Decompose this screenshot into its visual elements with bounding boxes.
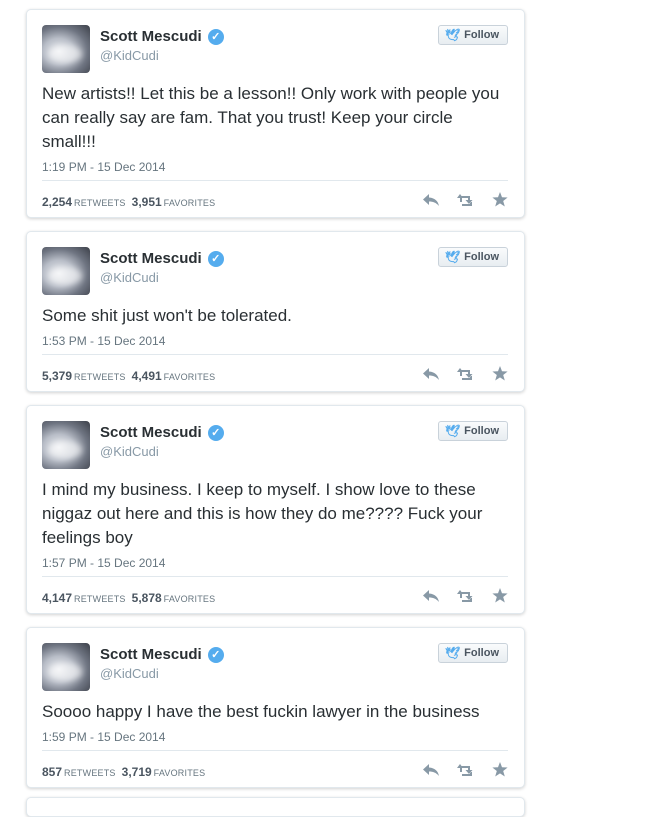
tweet-card: Scott Mescudi ✓ @KidCudi 🕊 Follow I mind… [26, 405, 525, 614]
divider [42, 354, 508, 355]
user-handle[interactable]: @KidCudi [100, 444, 159, 459]
retweets-label: RETWEETS [74, 372, 126, 382]
divider [42, 750, 508, 751]
follow-label: Follow [464, 29, 499, 41]
twitter-bird-icon: 🕊 [444, 250, 461, 264]
retweet-count[interactable]: 4,147 [42, 591, 72, 605]
follow-button[interactable]: 🕊 Follow [437, 421, 508, 441]
display-name[interactable]: Scott Mescudi ✓ [100, 424, 224, 441]
tweet-stats: 5,379 RETWEETS 4,491 FAVORITES [42, 369, 221, 383]
display-name[interactable]: Scott Mescudi ✓ [100, 250, 224, 267]
avatar[interactable] [42, 643, 90, 691]
avatar[interactable] [42, 25, 90, 73]
divider [42, 180, 508, 181]
display-name[interactable]: Scott Mescudi ✓ [100, 646, 224, 663]
display-name-text[interactable]: Scott Mescudi [100, 250, 202, 267]
follow-button[interactable]: 🕊 Follow [437, 247, 508, 267]
follow-label: Follow [464, 425, 499, 437]
reply-icon[interactable] [422, 589, 440, 603]
tweet-stats: 4,147 RETWEETS 5,878 FAVORITES [42, 591, 221, 605]
tweet-actions [422, 192, 508, 207]
follow-button[interactable]: 🕊 Follow [437, 25, 508, 45]
avatar[interactable] [42, 421, 90, 469]
star-icon[interactable] [492, 366, 508, 381]
twitter-bird-icon: 🕊 [444, 28, 461, 42]
verified-badge-icon: ✓ [207, 28, 224, 45]
favorite-count[interactable]: 5,878 [132, 591, 162, 605]
tweet-card-partial [26, 797, 525, 817]
retweets-label: RETWEETS [64, 768, 116, 778]
verified-badge-icon: ✓ [207, 250, 224, 267]
display-name-text[interactable]: Scott Mescudi [100, 646, 202, 663]
tweet-actions [422, 762, 508, 777]
favorites-label: FAVORITES [153, 768, 206, 778]
follow-label: Follow [464, 647, 499, 659]
favorites-label: FAVORITES [163, 594, 216, 604]
star-icon[interactable] [492, 588, 508, 603]
retweet-icon[interactable] [456, 763, 476, 777]
verified-badge-icon: ✓ [207, 424, 224, 441]
retweet-count[interactable]: 5,379 [42, 369, 72, 383]
star-icon[interactable] [492, 762, 508, 777]
retweet-icon[interactable] [456, 589, 476, 603]
user-handle[interactable]: @KidCudi [100, 270, 159, 285]
follow-button[interactable]: 🕊 Follow [437, 643, 508, 663]
retweet-icon[interactable] [456, 367, 476, 381]
tweet-actions [422, 588, 508, 603]
display-name-text[interactable]: Scott Mescudi [100, 424, 202, 441]
tweet-card: Scott Mescudi ✓ @KidCudi 🕊 Follow Some s… [26, 231, 525, 392]
favorite-count[interactable]: 4,491 [132, 369, 162, 383]
reply-icon[interactable] [422, 193, 440, 207]
retweet-count[interactable]: 2,254 [42, 195, 72, 209]
favorite-count[interactable]: 3,951 [132, 195, 162, 209]
twitter-bird-icon: 🕊 [444, 424, 461, 438]
favorites-label: FAVORITES [163, 198, 216, 208]
tweet-text: New artists!! Let this be a lesson!! Onl… [42, 84, 500, 151]
tweet-card: Scott Mescudi ✓ @KidCudi 🕊 Follow New ar… [26, 9, 525, 218]
favorite-count[interactable]: 3,719 [122, 765, 152, 779]
tweet-card: Scott Mescudi ✓ @KidCudi 🕊 Follow Soooo … [26, 627, 525, 788]
display-name[interactable]: Scott Mescudi ✓ [100, 28, 224, 45]
tweet-text: Soooo happy I have the best fuckin lawye… [42, 702, 480, 721]
tweet-text: I mind my business. I keep to myself. I … [42, 480, 483, 547]
user-handle[interactable]: @KidCudi [100, 666, 159, 681]
tweet-timestamp[interactable]: 1:19 PM - 15 Dec 2014 [42, 160, 165, 174]
retweets-label: RETWEETS [74, 594, 126, 604]
twitter-bird-icon: 🕊 [444, 646, 461, 660]
retweet-icon[interactable] [456, 193, 476, 207]
tweet-timestamp[interactable]: 1:53 PM - 15 Dec 2014 [42, 334, 165, 348]
star-icon[interactable] [492, 192, 508, 207]
divider [42, 576, 508, 577]
display-name-text[interactable]: Scott Mescudi [100, 28, 202, 45]
tweet-text: Some shit just won't be tolerated. [42, 306, 292, 325]
reply-icon[interactable] [422, 763, 440, 777]
tweet-stats: 2,254 RETWEETS 3,951 FAVORITES [42, 195, 221, 209]
avatar[interactable] [42, 247, 90, 295]
verified-badge-icon: ✓ [207, 646, 224, 663]
retweet-count[interactable]: 857 [42, 765, 62, 779]
tweet-timestamp[interactable]: 1:59 PM - 15 Dec 2014 [42, 730, 165, 744]
tweet-stats: 857 RETWEETS 3,719 FAVORITES [42, 765, 211, 779]
user-handle[interactable]: @KidCudi [100, 48, 159, 63]
retweets-label: RETWEETS [74, 198, 126, 208]
favorites-label: FAVORITES [163, 372, 216, 382]
tweet-timestamp[interactable]: 1:57 PM - 15 Dec 2014 [42, 556, 165, 570]
tweet-actions [422, 366, 508, 381]
follow-label: Follow [464, 251, 499, 263]
reply-icon[interactable] [422, 367, 440, 381]
